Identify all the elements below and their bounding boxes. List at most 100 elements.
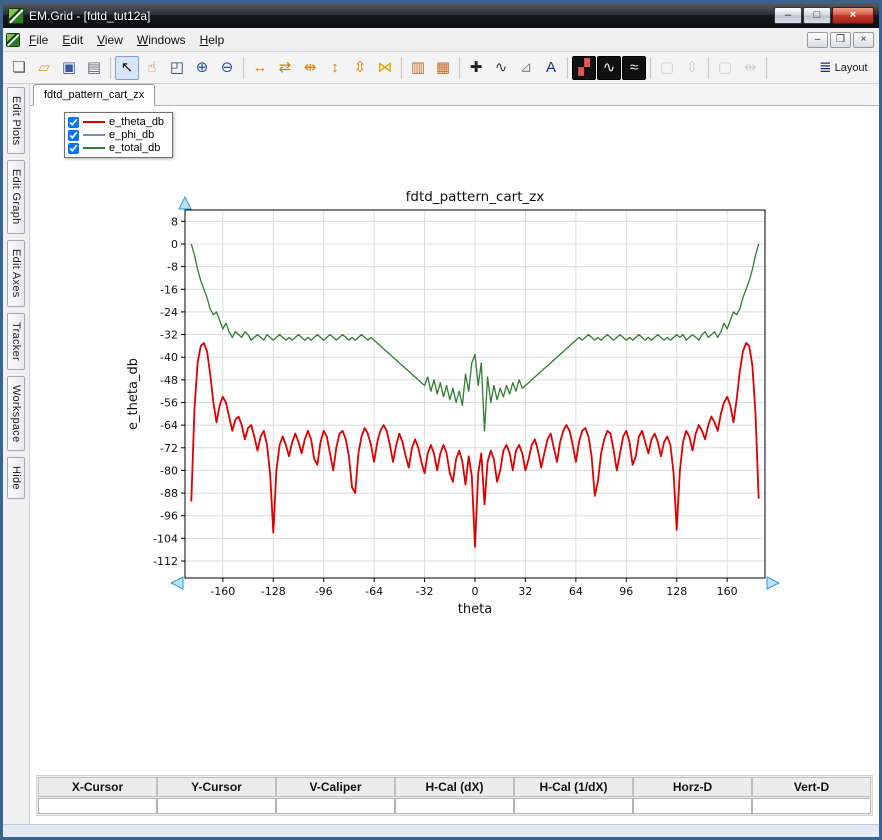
x-tick-label: 32 (518, 585, 532, 598)
sync-x-toggle-button: ▢ (713, 56, 737, 80)
x-tick-label: -128 (260, 585, 285, 598)
menu-item-edit[interactable]: Edit (55, 30, 90, 50)
minimize-button[interactable]: – (774, 7, 802, 24)
legend-label-e-theta-db: e_theta_db (109, 116, 165, 128)
waveform-style-button[interactable]: ∿ (597, 55, 621, 80)
child-close-button[interactable]: × (853, 31, 874, 48)
text-annotation-button[interactable]: A (539, 56, 563, 80)
plot-workspace: fdtd_pattern_cart_zx e_theta_db e_phi_db e… (30, 84, 879, 824)
app-icon[interactable] (8, 7, 24, 24)
shrink-horizontal-button[interactable]: ⇄ (273, 56, 297, 80)
toolbar-separator (567, 56, 568, 79)
measurement-bar: X-Cursor Y-Cursor V-Caliper H-Cal (dX) H-Cal… (36, 775, 873, 816)
menu-item-file[interactable]: File (22, 30, 55, 50)
legend-checkbox-e-total-db[interactable] (68, 142, 79, 154)
toolbar-separator (243, 56, 244, 79)
full-extent-vertical-button[interactable]: ⇳ (348, 56, 372, 80)
new-file-button[interactable]: ❏ (7, 56, 31, 80)
toolbar-separator (708, 56, 709, 79)
y-tick-label: -112 (153, 555, 178, 568)
sync-y-toggle-icon: ▢ (659, 59, 675, 76)
sync-x-toggle-icon: ▢ (717, 59, 733, 76)
save-icon: ▣ (61, 59, 77, 76)
child-restore-button[interactable]: ❐ (830, 31, 851, 48)
waveform-style-icon: ∿ (602, 59, 616, 76)
caliper-button[interactable]: ⊿ (514, 56, 538, 80)
axis-handle-top-left[interactable] (177, 195, 192, 210)
window-title: EM.Grid - [fdtd_tut12a] (29, 8, 151, 23)
image-style-button[interactable]: ▞ (572, 55, 596, 80)
y-tick-label: 0 (171, 238, 178, 251)
print-button[interactable]: ▤ (82, 56, 106, 80)
x-tick-label: 64 (568, 585, 582, 598)
plot-tab-bar: fdtd_pattern_cart_zx (30, 84, 879, 106)
multi-waveform-style-button[interactable]: ≈ (622, 55, 646, 80)
expand-horizontal-button[interactable]: ↔ (248, 56, 272, 80)
crosshair-icon: ✚ (469, 59, 483, 76)
sidebar-tab-workspace[interactable]: Workspace (7, 375, 25, 452)
zoom-out-button[interactable]: ⊖ (215, 56, 239, 80)
zoom-in-button[interactable]: ⊕ (190, 56, 214, 80)
data-table-icon: ▦ (435, 59, 451, 76)
sidebar-tab-hide[interactable]: Hide (7, 457, 25, 499)
menu-item-help[interactable]: Help (193, 30, 232, 50)
curve-marker-icon: ∿ (494, 59, 508, 76)
y-tick-label: -80 (160, 464, 178, 477)
pan-hand-button[interactable]: ☝ (140, 56, 164, 80)
measure-col-h-cal-1-dx: H-Cal (1/dX) (514, 777, 633, 797)
legend-checkbox-e-phi-db[interactable] (68, 129, 79, 141)
main-area: Edit Plots Edit Graph Edit Axes Tracker Work… (3, 84, 879, 824)
measure-value-y-cursor (157, 798, 276, 814)
zoom-window-button[interactable]: ◰ (165, 56, 189, 80)
save-button[interactable]: ▣ (57, 56, 81, 80)
x-tick-label: -96 (314, 585, 332, 598)
full-extent-horizontal-button[interactable]: ⇹ (298, 56, 322, 80)
expand-vertical-button[interactable]: ↕ (323, 56, 347, 80)
axis-handle-bottom-left[interactable] (169, 576, 183, 590)
sidebar-tab-edit-axes[interactable]: Edit Axes (7, 240, 25, 307)
sidebar-tab-tracker[interactable]: Tracker (7, 312, 25, 370)
toolbar-separator (110, 56, 111, 79)
sync-y-toggle-button: ▢ (655, 56, 679, 80)
maximize-button[interactable]: □ (803, 7, 831, 24)
measure-col-x-cursor: X-Cursor (38, 777, 157, 797)
x-tick-label: -64 (365, 585, 383, 598)
open-folder-button[interactable]: ▱ (32, 56, 56, 80)
toolbar-separator (401, 56, 402, 79)
toolbar: ❏ ▱ ▣ ▤ ↖ ☝ ◰ ⊕ ⊖ ↔ ⇄ ⇹ ↕ ⇳ ⋈ ▥ ▦ ✚ ∿ ⊿ A ▞ ∿ ≈ ▢ ⇳ ▢ ⇹ ≣ Layout (3, 52, 879, 84)
zoom-window-icon: ◰ (169, 59, 185, 76)
autoscale-button[interactable]: ⋈ (373, 56, 397, 80)
menu-item-windows[interactable]: Windows (130, 30, 193, 50)
text-annotation-icon: A (545, 59, 556, 76)
measure-col-horz-d: Horz-D (633, 777, 752, 797)
legend-swatch-e-theta-db (83, 121, 105, 123)
sidebar-tab-edit-graph[interactable]: Edit Graph (7, 160, 25, 235)
layout-button[interactable]: ≣ Layout (815, 56, 875, 80)
crosshair-button[interactable]: ✚ (464, 56, 488, 80)
new-file-icon: ❏ (12, 59, 26, 76)
zoom-out-icon: ⊖ (220, 59, 234, 76)
select-cursor-button[interactable]: ↖ (115, 55, 139, 80)
menu-item-view[interactable]: View (90, 30, 130, 50)
legend-checkbox-e-theta-db[interactable] (68, 116, 79, 128)
layout-icon: ≣ (819, 59, 832, 76)
child-minimize-button[interactable]: – (807, 31, 828, 48)
sidebar-tab-edit-plots[interactable]: Edit Plots (7, 87, 25, 155)
measure-value-horz-d (633, 798, 752, 814)
data-table-button[interactable]: ▦ (431, 56, 455, 80)
zoom-in-icon: ⊕ (195, 59, 209, 76)
x-axis-label: theta (457, 602, 491, 617)
x-tick-label: 160 (716, 585, 737, 598)
close-button[interactable]: × (832, 7, 874, 24)
data-columns-button[interactable]: ▥ (406, 56, 430, 80)
y-tick-label: -16 (160, 283, 178, 296)
child-window-icon[interactable] (6, 32, 20, 47)
curve-marker-button[interactable]: ∿ (489, 56, 513, 80)
y-axis-label: e_theta_db (126, 358, 141, 430)
tab-fdtd-pattern-cart-zx[interactable]: fdtd_pattern_cart_zx (33, 84, 156, 106)
chart-canvas[interactable]: -160 -128 -96 -64 -32 0 32 64 96 128 160 8 0 -8 -16 -24… (121, 188, 789, 628)
measure-value-h-cal-1-dx (514, 798, 633, 814)
status-bar (3, 824, 879, 837)
legend-label-e-phi-db: e_phi_db (109, 129, 155, 141)
axis-handle-bottom-right[interactable] (766, 576, 780, 590)
